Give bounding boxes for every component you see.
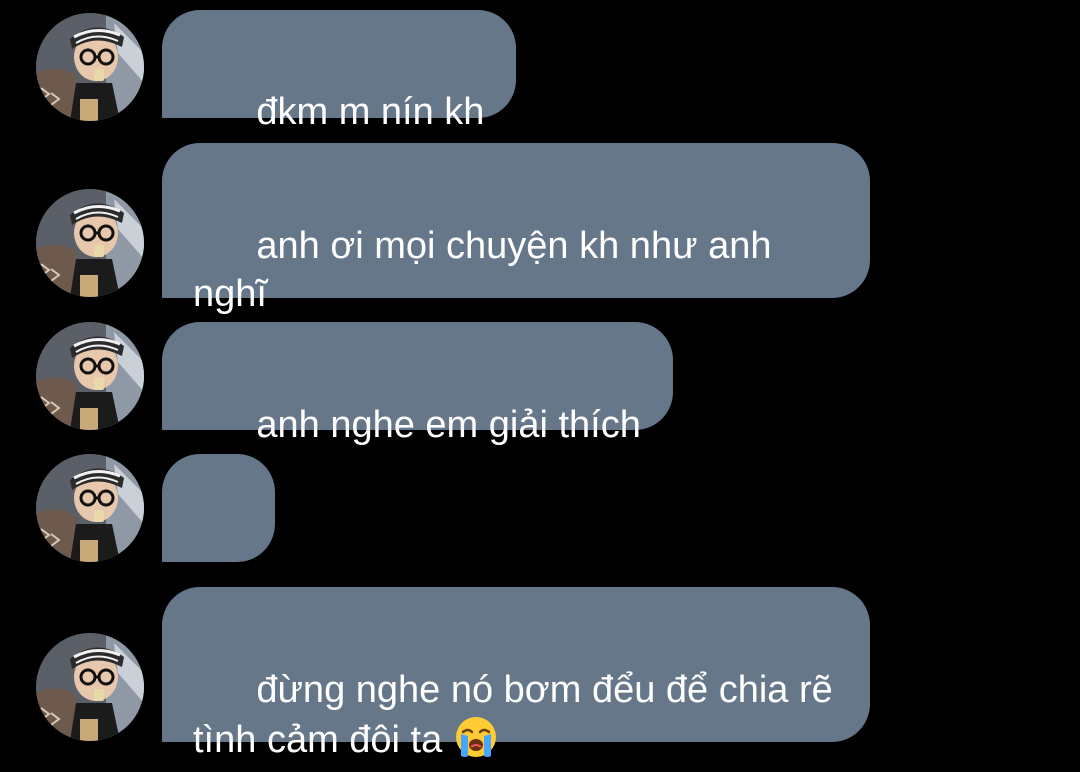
message-bubble[interactable]: anh nghe em giải thích [162, 322, 673, 446]
avatar[interactable] [36, 454, 144, 562]
message-bubble[interactable] [162, 454, 275, 562]
avatar[interactable] [36, 322, 144, 430]
message-bubble[interactable]: anh ơi mọi chuyện kh như anh nghĩ đâu fj… [162, 143, 870, 363]
message-text: đkm m nín kh [256, 91, 485, 133]
message-bubble[interactable]: đkm m nín kh [162, 10, 517, 133]
chat-thread: đkm m nín kh anh ơi mọi chuyện kh như an… [0, 0, 1080, 772]
message-text: anh nghe em giải thích [256, 404, 641, 446]
loudly-crying-face-icon [453, 714, 499, 760]
avatar[interactable] [36, 13, 144, 121]
message-bubble[interactable]: đừng nghe nó bơm đểu để chia rẽ tình cảm… [162, 587, 870, 761]
avatar[interactable] [36, 633, 144, 741]
message-text: đừng nghe nó bơm đểu để chia rẽ tình cảm… [193, 669, 833, 761]
avatar[interactable] [36, 189, 144, 297]
